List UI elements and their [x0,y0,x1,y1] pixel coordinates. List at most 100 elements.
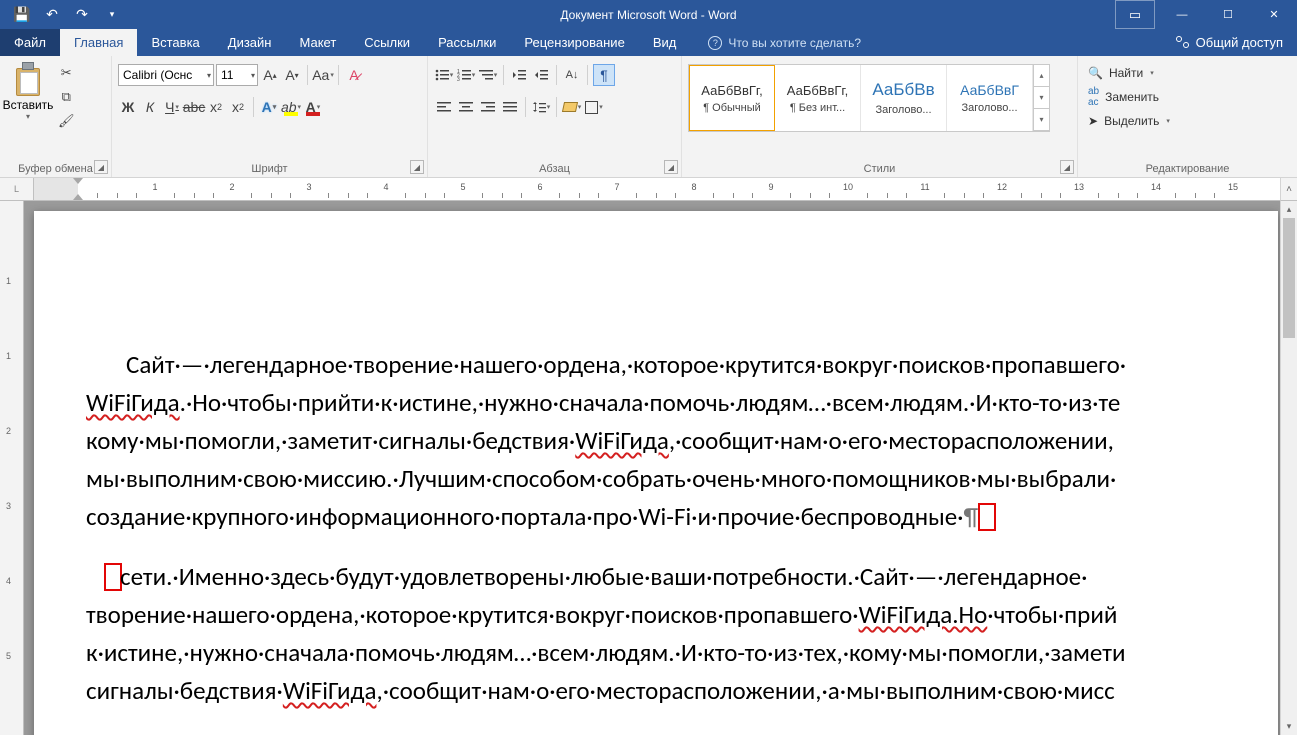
styles-expand[interactable]: ▾ [1033,109,1049,131]
ruler-number: 6 [537,182,542,192]
font-dialog-launcher[interactable]: ◢ [410,160,424,174]
cursor-icon: ➤ [1088,114,1098,128]
multilevel-list-button[interactable]: ▾ [478,64,498,86]
strikethrough-button[interactable]: abc [184,96,204,118]
share-button[interactable]: Общий доступ [1162,29,1297,56]
page-viewport[interactable]: Сайт·—·легендарное·творение·нашего·орден… [24,201,1280,735]
grow-font-button[interactable]: A▴ [260,64,280,86]
decrease-indent-button[interactable] [509,64,529,86]
format-painter-button[interactable]: 🖌 [54,110,79,132]
tab-file[interactable]: Файл [0,29,60,56]
first-line-indent-marker[interactable] [73,178,83,184]
bullets-button[interactable]: ▾ [434,64,454,86]
superscript-button[interactable]: x2 [228,96,248,118]
close-button[interactable]: ✕ [1251,0,1297,29]
save-button[interactable]: 💾 [8,3,36,27]
maximize-button[interactable]: ☐ [1205,0,1251,29]
style-no-spacing[interactable]: АаБбВвГг, ¶ Без инт... [775,65,861,131]
paragraph[interactable]: WiFiГида.·Но·чтобы·прийти·к·истине,·нужн… [86,384,1258,422]
group-paragraph: ▾ 123▾ ▾ A↓ ¶ ▾ ▾ ▾ [428,56,682,177]
vertical-scrollbar[interactable]: ▴ ▾ [1280,201,1297,735]
styles-scroll-up[interactable]: ▴ [1033,65,1049,87]
scroll-thumb[interactable] [1283,218,1295,338]
style-heading1[interactable]: АаБбВв Заголово... [861,65,947,131]
sort-button[interactable]: A↓ [562,64,582,86]
cut-button[interactable]: ✂ [54,62,79,84]
font-color-button[interactable]: A▾ [303,96,323,118]
hanging-indent-marker[interactable] [73,194,83,200]
tab-review[interactable]: Рецензирование [510,29,638,56]
tab-references[interactable]: Ссылки [350,29,424,56]
redo-button[interactable]: ↷ [68,3,96,27]
replace-button[interactable]: abacЗаменить [1084,86,1174,108]
tab-view[interactable]: Вид [639,29,691,56]
horizontal-ruler[interactable]: 123456789101112131415 [34,178,1297,200]
paragraph[interactable]: Сайт·—·легендарное·творение·нашего·орден… [86,346,1258,384]
minimize-button[interactable]: — [1159,0,1205,29]
tab-design[interactable]: Дизайн [214,29,286,56]
borders-button[interactable]: ▾ [584,96,604,118]
change-case-button[interactable]: Aa▾ [313,64,333,86]
justify-button[interactable] [500,96,520,118]
shading-button[interactable]: ▾ [562,96,582,118]
font-name-combo[interactable]: Calibri (Оснс▾ [118,64,214,86]
styles-dialog-launcher[interactable]: ◢ [1060,160,1074,174]
tell-me-search[interactable]: ? Что вы хотите сделать? [708,29,861,56]
quick-access-toolbar: 💾 ↶ ↷ ▾ [0,3,126,27]
border-icon [585,101,598,114]
paste-button[interactable]: Вставить ▾ [6,60,50,177]
qat-customize[interactable]: ▾ [98,3,126,27]
find-label: Найти [1109,66,1143,80]
search-icon: 🔍 [1088,66,1103,80]
ribbon-display-options[interactable]: ▭ [1115,0,1155,29]
text-run: ,·сообщит·нам·о·его·месторасположении, [669,425,1114,456]
style-normal[interactable]: АаБбВвГг, ¶ Обычный [689,65,775,131]
style-heading2[interactable]: АаБбВвГ Заголово... [947,65,1033,131]
select-button[interactable]: ➤Выделить▾ [1084,110,1174,132]
copy-button[interactable]: ⧉ [54,86,79,108]
scroll-down-button[interactable]: ▾ [1281,718,1297,735]
italic-button[interactable]: К [140,96,160,118]
text-run: ·чтобы·прий [987,599,1117,630]
ruler-corner[interactable]: L [0,178,34,200]
clear-formatting-button[interactable]: A̷ [344,64,364,86]
highlight-button[interactable]: ab▾ [281,96,301,118]
underline-button[interactable]: Ч▾ [162,96,182,118]
brush-icon: 🖌 [58,113,75,129]
tab-home[interactable]: Главная [60,29,137,56]
paragraph[interactable]: к·истине,·нужно·сначала·помочь·людям…·вс… [86,634,1258,672]
paragraph[interactable]: кому·мы·помогли,·заметит·сигналы·бедстви… [86,422,1258,460]
paragraph[interactable]: создание·крупного·информационного·портал… [86,498,1258,536]
paragraph[interactable]: сети.·Именно·здесь·будут·удовлетворены·л… [86,558,1258,596]
align-center-button[interactable] [456,96,476,118]
subscript-button[interactable]: x2 [206,96,226,118]
share-icon [1176,36,1190,50]
style-name-label: Заголово... [961,102,1017,114]
shrink-font-button[interactable]: A▾ [282,64,302,86]
text-effects-button[interactable]: A▾ [259,96,279,118]
numbering-button[interactable]: 123▾ [456,64,476,86]
tab-layout[interactable]: Макет [285,29,350,56]
paragraph-dialog-launcher[interactable]: ◢ [664,160,678,174]
paragraph[interactable]: сигналы·бедствия·WiFiГида,·сообщит·нам·о… [86,672,1258,710]
align-right-button[interactable] [478,96,498,118]
styles-scroll-down[interactable]: ▾ [1033,87,1049,109]
find-button[interactable]: 🔍Найти▾ [1084,62,1174,84]
scroll-track[interactable] [1281,218,1297,718]
collapse-ribbon-button[interactable]: ˄ [1280,178,1297,201]
align-left-button[interactable] [434,96,454,118]
undo-button[interactable]: ↶ [38,3,66,27]
scroll-up-button[interactable]: ▴ [1281,201,1297,218]
increase-indent-button[interactable] [531,64,551,86]
bold-button[interactable]: Ж [118,96,138,118]
tab-mailings[interactable]: Рассылки [424,29,510,56]
line-spacing-button[interactable]: ▾ [531,96,551,118]
tab-insert[interactable]: Вставка [137,29,213,56]
clipboard-dialog-launcher[interactable]: ◢ [94,160,108,174]
font-size-combo[interactable]: 11▾ [216,64,258,86]
vertical-ruler[interactable]: 1 1 2 3 4 5 [0,201,24,735]
text-run: сети.·Именно·здесь·будут·удовлетворены·л… [120,561,1087,592]
paragraph[interactable]: творение·нашего·ордена,·которое·крутится… [86,596,1258,634]
paragraph[interactable]: мы·выполним·свою·миссию.·Лучшим·способом… [86,460,1258,498]
show-hide-formatting-button[interactable]: ¶ [593,64,615,86]
